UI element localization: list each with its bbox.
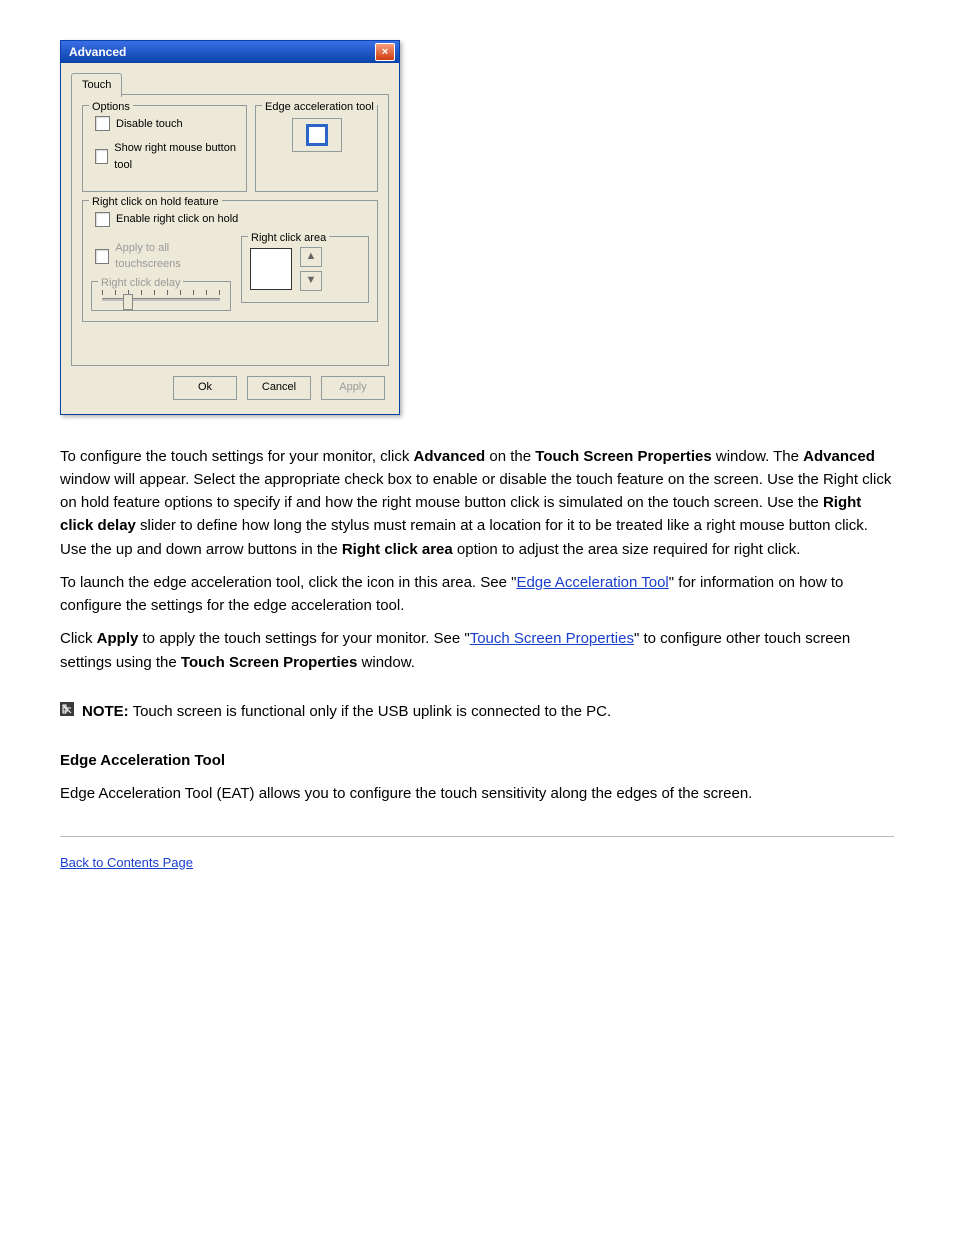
paragraph-2: To launch the edge acceleration tool, cl… [60,571,894,618]
close-icon[interactable]: × [375,43,395,61]
back-to-contents-link[interactable]: Back to Contents Page [60,855,193,870]
rc-delay-slider[interactable] [102,290,220,304]
advanced-dialog: Advanced × Touch Options Disable touch [60,40,400,415]
divider [60,836,894,837]
edge-accel-fieldset: Edge acceleration tool [255,105,378,193]
paragraph-3: Click Apply to apply the touch settings … [60,627,894,674]
titlebar: Advanced × [61,41,399,63]
options-legend: Options [89,99,133,116]
edge-accel-button[interactable] [292,118,342,152]
right-click-hold-fieldset: Right click on hold feature Enable right… [82,200,378,322]
edge-accel-legend: Edge acceleration tool [262,99,377,116]
rc-area-preview [250,248,292,290]
tab-panel: Options Disable touch Show right mouse b… [71,94,389,366]
note-label: NOTE: [82,703,129,720]
paragraph-1: To configure the touch settings for your… [60,445,894,561]
note-row: NOTE: Touch screen is functional only if… [60,700,894,723]
touch-props-link[interactable]: Touch Screen Properties [470,630,634,647]
edge-accel-link[interactable]: Edge Acceleration Tool [516,574,668,591]
rc-area-fieldset: Right click area ▲ ▼ [241,236,369,303]
note-icon [60,702,74,716]
show-rmb-tool-label: Show right mouse button tool [114,140,238,173]
rc-hold-legend: Right click on hold feature [89,194,222,211]
note-text: Touch screen is functional only if the U… [129,703,612,720]
apply-all-checkbox [95,249,109,264]
tab-row: Touch [71,73,389,95]
rc-area-up-button[interactable]: ▲ [300,247,322,267]
tab-touch[interactable]: Touch [71,73,122,97]
cancel-button[interactable]: Cancel [247,376,311,400]
apply-button: Apply [321,376,385,400]
window-title: Advanced [69,43,126,61]
disable-touch-label: Disable touch [116,116,183,133]
apply-all-label: Apply to all touchscreens [115,240,231,273]
enable-rc-hold-checkbox[interactable] [95,212,110,227]
disable-touch-checkbox[interactable] [95,116,110,131]
rc-area-down-button[interactable]: ▼ [300,271,322,291]
enable-rc-hold-label: Enable right click on hold [116,211,238,228]
rc-area-legend: Right click area [248,230,329,247]
edge-accel-icon [306,124,328,146]
rc-delay-box: Right click delay [91,281,231,311]
heading-edge-accel: Edge Acceleration Tool [60,749,894,772]
slider-thumb[interactable] [123,294,133,310]
ok-button[interactable]: Ok [173,376,237,400]
options-fieldset: Options Disable touch Show right mouse b… [82,105,247,193]
show-rmb-tool-checkbox[interactable] [95,149,108,164]
edge-accel-desc: Edge Acceleration Tool (EAT) allows you … [60,782,894,805]
